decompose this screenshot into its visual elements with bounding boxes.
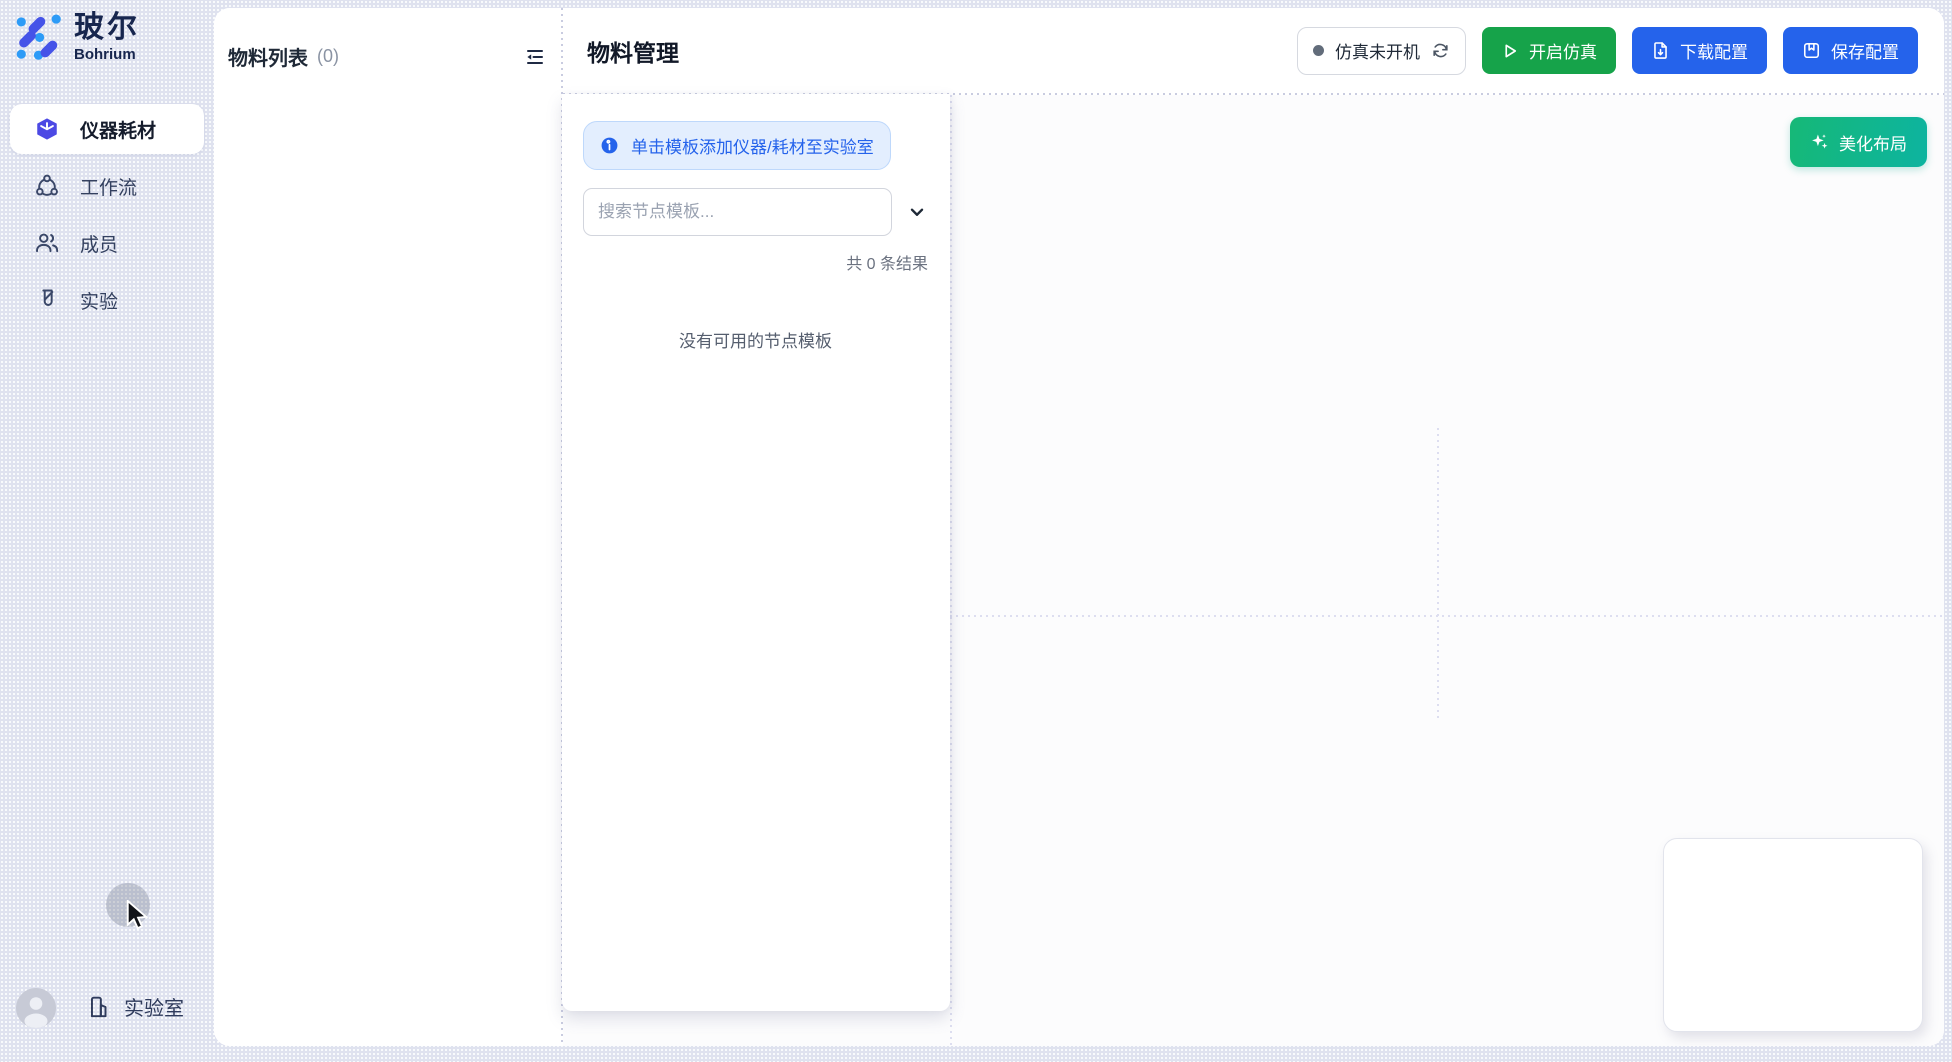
- sidebar-item-instruments[interactable]: 仪器耗材: [10, 104, 204, 154]
- sidebar-item-label: 实验: [80, 287, 118, 314]
- brand-logo: 玻尔 Bohrium: [14, 12, 140, 63]
- sidebar-item-workflow[interactable]: 工作流: [10, 161, 204, 211]
- play-icon: [1501, 42, 1519, 60]
- avatar-person-icon: [16, 988, 56, 1028]
- sidebar-item-label: 仪器耗材: [80, 116, 156, 143]
- search-template-input[interactable]: [583, 188, 892, 236]
- sidebar-item-members[interactable]: 成员: [10, 218, 204, 268]
- sidebar-item-label: 成员: [80, 230, 118, 257]
- simulation-status-pill[interactable]: 仿真未开机: [1297, 27, 1466, 75]
- save-icon: [1802, 41, 1821, 60]
- node-template-panel: 单击模板添加仪器/耗材至实验室 共 0 条结果 没有可用的节点模板: [562, 94, 950, 1011]
- materials-list-title: 物料列表: [228, 42, 308, 71]
- beautify-layout-button[interactable]: 美化布局: [1790, 117, 1927, 167]
- start-simulation-button[interactable]: 开启仿真: [1482, 27, 1616, 74]
- info-banner: 单击模板添加仪器/耗材至实验室: [583, 121, 891, 170]
- file-download-icon: [1651, 41, 1670, 60]
- download-config-button[interactable]: 下载配置: [1632, 27, 1767, 74]
- bohrium-logo-icon: [14, 12, 64, 62]
- sidebar-item-experiments[interactable]: 实验: [10, 275, 204, 325]
- experiment-icon: [34, 287, 60, 313]
- sidebar-footer: 实验室: [0, 986, 214, 1032]
- materials-list-panel: 物料列表 (0): [214, 8, 561, 1046]
- info-banner-text: 单击模板添加仪器/耗材至实验室: [631, 133, 874, 158]
- sparkles-icon: [1810, 132, 1830, 152]
- mouse-cursor: [125, 900, 153, 930]
- laboratory-building-icon: [86, 994, 112, 1020]
- empty-state-text: 没有可用的节点模板: [583, 327, 928, 352]
- canvas-guideline: [950, 95, 952, 1046]
- user-avatar[interactable]: [16, 988, 56, 1028]
- chevron-down-icon[interactable]: [906, 201, 928, 223]
- canvas-guideline: [950, 615, 1944, 617]
- refresh-icon[interactable]: [1431, 41, 1450, 60]
- workflow-icon: [34, 173, 60, 199]
- sidebar-nav: 仪器耗材 工作流 成员: [0, 104, 214, 325]
- page-title: 物料管理: [587, 34, 679, 68]
- canvas-guideline: [1437, 428, 1439, 718]
- result-count: 共 0 条结果: [583, 250, 928, 274]
- status-label: 仿真未开机: [1335, 38, 1420, 63]
- cube-icon: [34, 116, 60, 142]
- members-icon: [34, 230, 60, 256]
- sidebar-item-label: 工作流: [80, 173, 137, 200]
- status-dot: [1313, 45, 1324, 56]
- materials-list-count: (0): [317, 46, 339, 67]
- laboratory-label: 实验室: [124, 992, 184, 1021]
- brand-name-en: Bohrium: [74, 46, 140, 63]
- page-header: 物料管理 仿真未开机 开启仿真: [563, 8, 1944, 93]
- canvas-minimap[interactable]: [1663, 838, 1923, 1032]
- brand-name-zh: 玻尔: [74, 12, 140, 44]
- info-icon: [600, 136, 619, 155]
- save-config-button[interactable]: 保存配置: [1783, 27, 1918, 74]
- collapse-panel-icon[interactable]: [523, 45, 547, 69]
- flow-canvas[interactable]: 单击模板添加仪器/耗材至实验室 共 0 条结果 没有可用的节点模板 美化布局: [563, 95, 1944, 1046]
- sidebar-item-laboratory[interactable]: 实验室: [86, 992, 184, 1021]
- main-content-card: 物料列表 (0) 物料管理 仿真未开机: [214, 8, 1944, 1046]
